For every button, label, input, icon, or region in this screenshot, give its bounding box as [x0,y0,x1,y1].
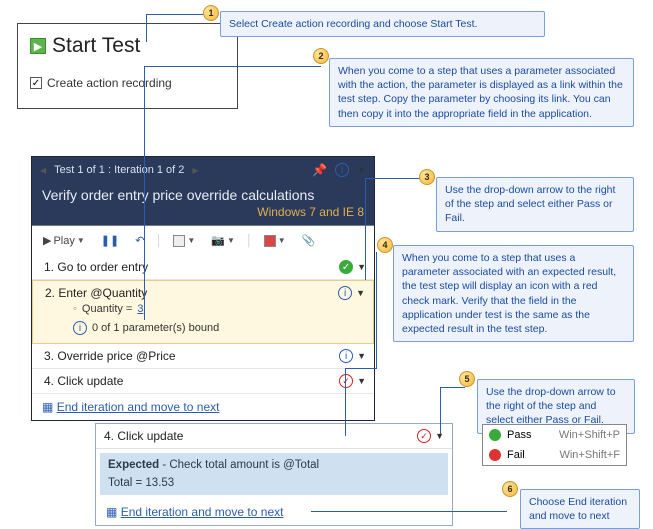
nav-prev-icon[interactable]: ◀ [40,166,46,175]
callout-number-1: 1 [203,5,219,21]
start-test-title[interactable]: ▶ Start Test [30,34,225,58]
step-1[interactable]: 1. Go to order entry ✓▼ [32,255,374,280]
step-list: 1. Go to order entry ✓▼ 2. Enter @Quanti… [32,255,374,420]
active-icon: i [338,286,352,300]
detail-step-header[interactable]: 4. Click update ▼ [96,424,452,449]
callout-3: Use the drop-down arrow to the right of … [436,177,634,232]
next-icon: ▦ [42,400,53,414]
bug-button[interactable]: ▼ [259,232,291,250]
pass-fail-menu: Pass Win+Shift+P Fail Win+Shift+F [482,424,627,466]
camera-button[interactable]: 📷▼ [206,231,240,250]
callout-1: Select Create action recording and choos… [220,11,545,37]
active-icon: i [339,349,353,363]
step-dropdown-icon[interactable]: ▼ [356,288,365,298]
callout-number-4: 4 [377,237,393,253]
tool-1-button[interactable]: ▼ [168,232,200,250]
play-icon: ▶ [30,38,46,54]
create-action-recording-checkbox[interactable]: ✓ Create action recording [30,76,225,90]
callout-4: When you come to a step that uses a para… [393,245,634,342]
step-2[interactable]: 2. Enter @Quantity i▼ ◦ Quantity = 3 i 0… [32,280,374,344]
checkbox-icon: ✓ [30,77,42,89]
pass-icon [489,429,501,441]
test-subtitle: Windows 7 and IE 8 [32,205,374,225]
next-icon: ▦ [106,505,117,519]
detail-end-iteration-link[interactable]: ▦ End iteration and move to next [96,499,452,525]
play-label: Play [53,235,74,247]
step-4[interactable]: 4. Click update ▼ [32,369,374,394]
test-title: Verify order entry price override calcul… [32,183,374,205]
red-check-icon [339,374,353,388]
pause-button[interactable]: ❚❚ [96,231,124,250]
callout-number-5: 5 [459,371,475,387]
callout-6: Choose End iteration and move to next [520,489,640,529]
total-line: Total = 13.53 [108,477,440,489]
runner-header: ◀ Test 1 of 1 : Iteration 1 of 2 ▶ 📌 i ▼ [32,157,374,183]
test-runner-window: ◀ Test 1 of 1 : Iteration 1 of 2 ▶ 📌 i ▼… [31,156,375,421]
callout-2: When you come to a step that uses a para… [329,58,634,127]
reset-button[interactable]: ↶ [130,231,149,250]
step-2-bound: i 0 of 1 parameter(s) bound [45,318,365,338]
toolbar: ▶ Play ▼ ❚❚ ↶ │ ▼ 📷▼ │ ▼ 📎 [32,225,374,255]
step-dropdown-icon[interactable]: ▼ [357,351,366,361]
expected-block: Expected - Check total amount is @Total … [100,453,448,495]
step-2-param: ◦ Quantity = 3 [45,300,365,318]
step-3[interactable]: 3. Override price @Price i▼ [32,344,374,369]
info-icon[interactable]: i [335,163,349,177]
callout-number-6: 6 [502,481,518,497]
callout-number-3: 3 [419,169,435,185]
red-check-icon [417,429,431,443]
info-dropdown-icon[interactable]: ▼ [357,165,366,175]
nav-next-icon[interactable]: ▶ [192,166,198,175]
pass-option[interactable]: Pass Win+Shift+P [483,425,626,445]
runner-breadcrumb: Test 1 of 1 : Iteration 1 of 2 [54,164,184,176]
attach-button[interactable]: 📎 [297,231,321,250]
start-test-label: Start Test [52,34,140,58]
param-quantity-link[interactable]: 3 [137,303,143,315]
callout-number-2: 2 [313,48,329,64]
checkbox-label: Create action recording [47,76,172,90]
fail-option[interactable]: Fail Win+Shift+F [483,445,626,465]
fail-icon [489,449,501,461]
info-icon-small: i [73,321,87,335]
end-iteration-link[interactable]: ▦ End iteration and move to next [32,394,374,420]
pass-icon: ✓ [339,260,353,274]
play-button[interactable]: ▶ Play ▼ [38,231,90,250]
pin-icon[interactable]: 📌 [312,163,327,177]
step-dropdown-icon[interactable]: ▼ [357,376,366,386]
